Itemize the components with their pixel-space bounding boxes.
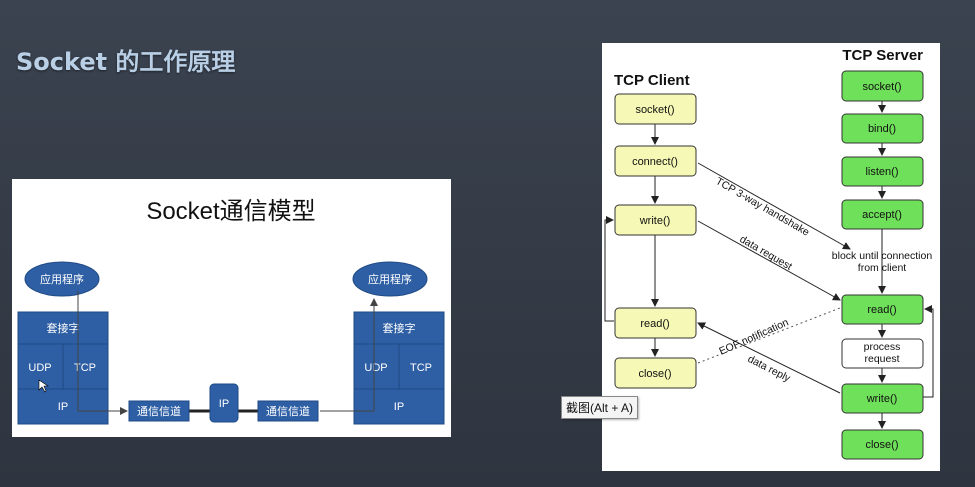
left-udp-label: UDP [28, 362, 51, 374]
server-write-label: write() [866, 393, 898, 405]
client-loop-arrow [604, 216, 614, 322]
block-text-2: from client [858, 262, 907, 274]
client-socket-label: socket() [635, 104, 674, 116]
handshake-label: TCP 3-way handshake [714, 175, 812, 238]
client-read-label: read() [640, 318, 669, 330]
tcp-flow-diagram: TCP Client TCP Server TCP 3-way handshak… [602, 43, 940, 471]
right-socket-label: 套接字 [383, 321, 416, 335]
socket-model-diagram: Socket通信模型 应用程序 套接字 UDP TCP IP 应用程序 套接字 … [12, 179, 451, 437]
server-process-label: process request [864, 341, 901, 365]
server-listen-label: listen() [865, 166, 898, 178]
slide-title: Socket 的工作原理 [16, 48, 236, 76]
right-udp-label: UDP [364, 362, 387, 374]
right-ip-label: IP [394, 401, 404, 413]
server-read-label: read() [867, 304, 896, 316]
screenshot-tooltip: 截图(Alt + A) [561, 396, 639, 419]
right-tcp-label: TCP [410, 362, 432, 374]
server-accept-label: accept() [862, 209, 902, 221]
channel-left-label: 通信信道 [137, 404, 181, 418]
router-label: IP [219, 398, 229, 410]
server-bind-label: bind() [868, 123, 896, 135]
client-close-label: close() [638, 368, 671, 380]
client-connect-label: connect() [632, 156, 678, 168]
eof-label: EOF notification [717, 316, 790, 357]
left-socket-label: 套接字 [47, 321, 80, 335]
left-ip-label: IP [58, 401, 68, 413]
client-write-label: write() [639, 215, 671, 227]
server-title: TCP Server [842, 47, 923, 64]
server-loop-arrow [923, 305, 934, 398]
channel-right-label: 通信信道 [266, 404, 310, 418]
model-title: Socket通信模型 [146, 198, 315, 225]
server-close-label: close() [865, 439, 898, 451]
left-tcp-label: TCP [74, 362, 96, 374]
client-title: TCP Client [614, 72, 690, 89]
right-app-label: 应用程序 [368, 272, 412, 286]
server-socket-label: socket() [862, 81, 901, 93]
left-app-label: 应用程序 [40, 272, 84, 286]
data-request-label: data request [738, 233, 795, 273]
block-text-1: block until connection [832, 250, 933, 262]
